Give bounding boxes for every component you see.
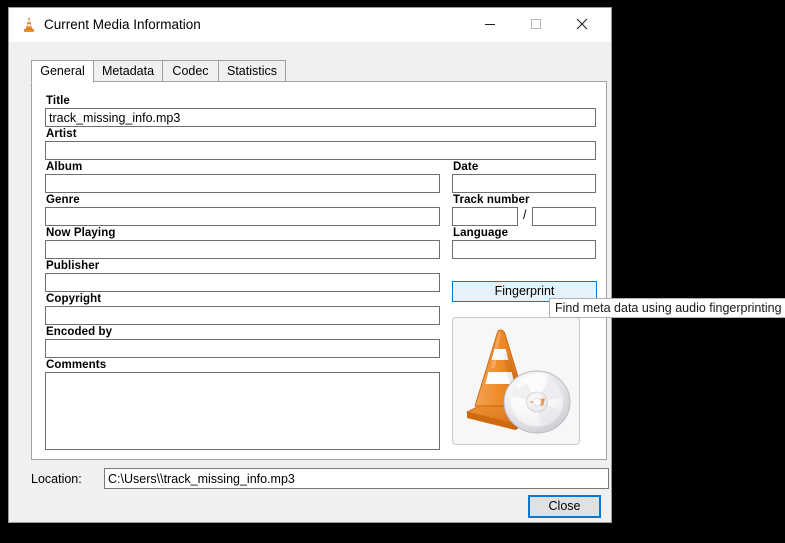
close-icon (576, 18, 588, 30)
date-input[interactable] (452, 174, 596, 193)
vlc-cone-icon (20, 16, 38, 34)
date-label: Date (453, 161, 479, 173)
title-bar: Current Media Information (9, 8, 611, 42)
tab-metadata-label: Metadata (101, 64, 155, 78)
minimize-button[interactable] (467, 8, 513, 40)
tab-strip: General Metadata Codec Statistics (31, 60, 607, 83)
title-input[interactable] (45, 108, 596, 127)
track-number-separator: / (523, 208, 527, 222)
language-input[interactable] (452, 240, 596, 259)
tab-metadata[interactable]: Metadata (93, 60, 163, 82)
now-playing-label: Now Playing (46, 227, 116, 239)
track-total-input[interactable] (532, 207, 596, 226)
artist-label: Artist (46, 128, 77, 140)
publisher-label: Publisher (46, 260, 100, 272)
window-title: Current Media Information (44, 17, 201, 32)
vlc-cone-cd-artwork (465, 329, 571, 434)
tab-codec-label: Codec (172, 64, 209, 78)
tab-statistics[interactable]: Statistics (218, 60, 286, 82)
track-number-input[interactable] (452, 207, 518, 226)
general-tab-panel: Title Artist Album Genre Now Playing Pub… (31, 81, 607, 460)
now-playing-input[interactable] (45, 240, 440, 259)
comments-textarea[interactable] (45, 372, 440, 450)
language-label: Language (453, 227, 509, 239)
tab-general[interactable]: General (31, 60, 94, 83)
copyright-label: Copyright (46, 293, 102, 305)
media-information-window: Current Media Information General Metada… (8, 7, 612, 523)
location-input[interactable]: C:\Users\ \track_missing_info.mp3 (104, 468, 609, 489)
tab-statistics-label: Statistics (226, 64, 277, 78)
encoded-by-label: Encoded by (46, 326, 113, 338)
album-label: Album (46, 161, 83, 173)
album-art-box[interactable] (452, 317, 580, 445)
track-number-label: Track number (453, 194, 530, 206)
window-close-button[interactable] (559, 8, 605, 40)
maximize-button[interactable] (513, 8, 559, 40)
minimize-icon (485, 24, 495, 25)
location-path-suffix: \track_missing_info.mp3 (160, 472, 295, 486)
genre-input[interactable] (45, 207, 440, 226)
close-button[interactable]: Close (528, 495, 601, 518)
album-input[interactable] (45, 174, 440, 193)
maximize-icon (531, 19, 541, 29)
tab-general-label: General (40, 64, 85, 78)
title-label: Title (46, 95, 70, 107)
genre-label: Genre (46, 194, 80, 206)
fingerprint-tooltip: Find meta data using audio fingerprintin… (549, 298, 785, 318)
screen: Current Media Information General Metada… (0, 0, 785, 543)
tab-codec[interactable]: Codec (162, 60, 219, 82)
publisher-input[interactable] (45, 273, 440, 292)
copyright-input[interactable] (45, 306, 440, 325)
encoded-by-input[interactable] (45, 339, 440, 358)
comments-label: Comments (46, 359, 107, 371)
location-label: Location: (31, 472, 82, 486)
location-path-prefix: C:\Users\ (108, 472, 161, 486)
artist-input[interactable] (45, 141, 596, 160)
